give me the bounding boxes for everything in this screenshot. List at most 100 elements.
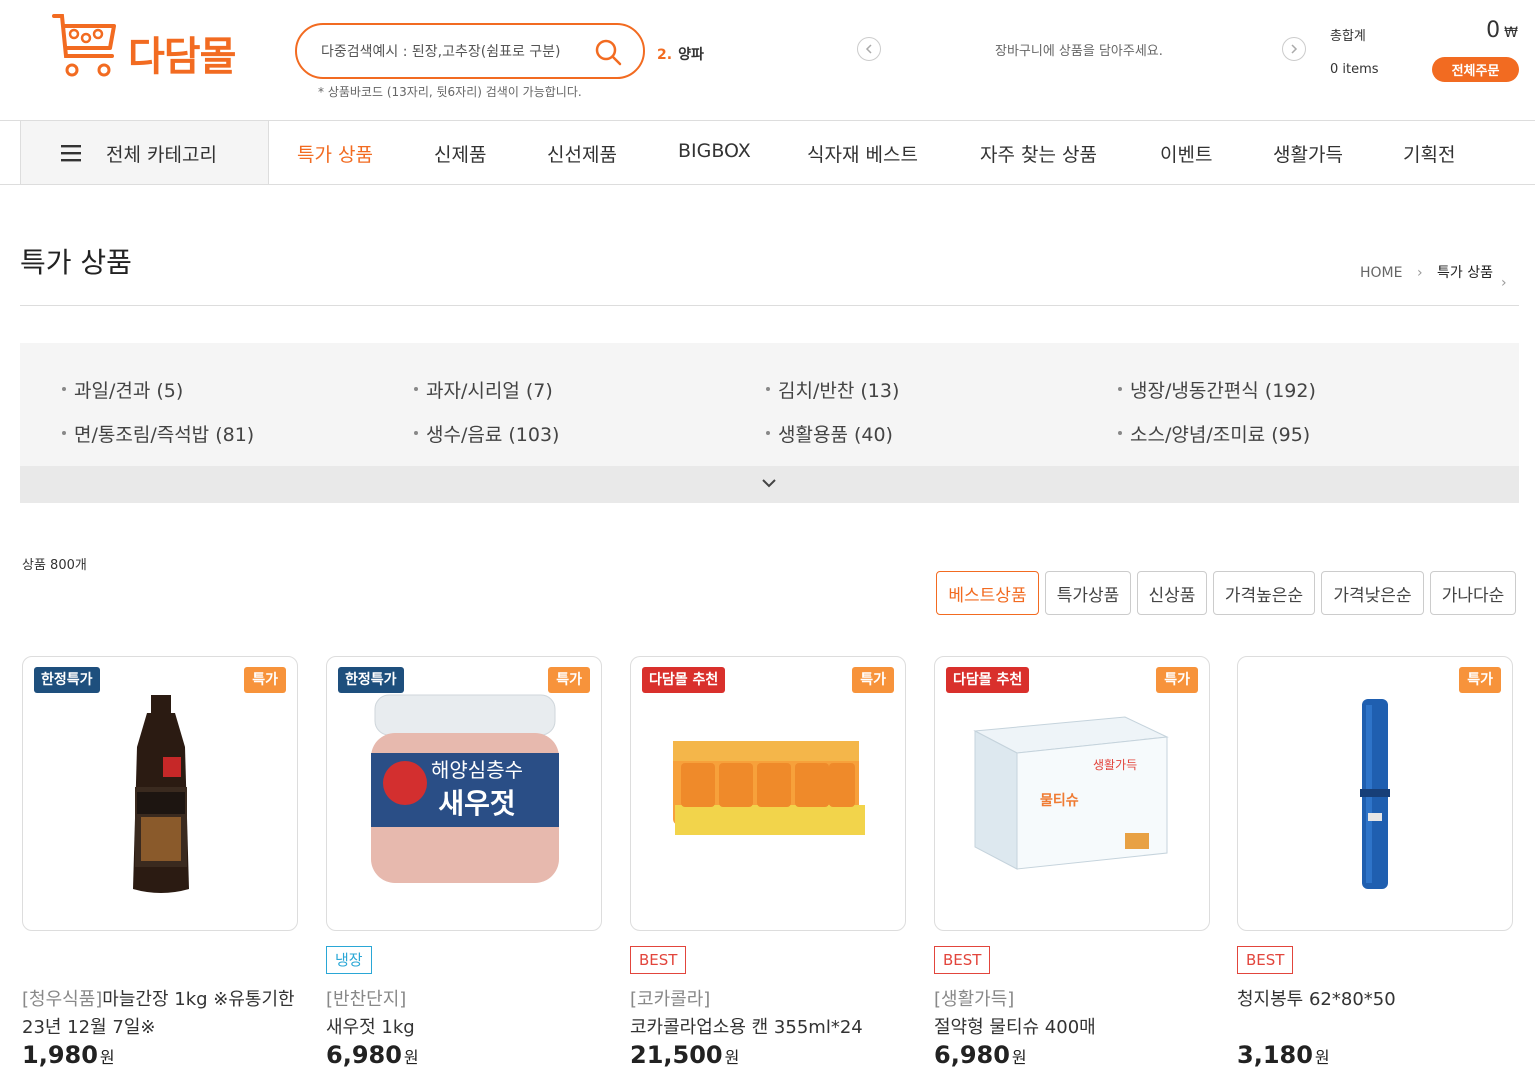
best-tag: BEST [934,946,991,974]
category-label: 생활용품 (40) [778,424,893,446]
chevron-right-icon [1291,44,1298,54]
product-title: 새우젓 1kg [326,1017,415,1038]
wet-tissue-box-image: 물티슈 생활가득 [973,716,1169,870]
cart-next-button[interactable] [1282,37,1306,61]
category-label: 과자/시리얼 (7) [426,380,553,402]
product-brand: [코카콜라] [630,989,711,1010]
product-name[interactable]: [생활가득] 절약형 물티슈 400매 [934,986,1214,1042]
breadcrumb: HOME › 특가 상품 [1360,262,1493,282]
sort-special-button[interactable]: 특가상품 [1045,571,1131,615]
nav-item-event[interactable]: 이벤트 [1160,140,1212,167]
items-count: 0 items [1330,62,1379,77]
special-badge: 특가 [1156,667,1198,693]
chevron-left-icon [865,44,872,54]
rank-number: 2. [657,47,673,63]
bullet-icon [414,386,418,391]
product-thumbnail[interactable]: 특가 [1237,656,1513,931]
bullet-icon [766,386,770,391]
best-tag: BEST [1237,946,1294,974]
search-input[interactable] [321,39,591,65]
category-label: 소스/양념/조미료 (95) [1130,424,1311,446]
product-price: 21,500 원 [630,1041,739,1069]
svg-text:새우젓: 새우젓 [438,787,515,820]
product-name[interactable]: [청우식품]마늘간장 1kg ※유통기한 23년 12월 7일※ [22,986,302,1042]
cold-storage-tag: 냉장 [326,946,372,974]
product-thumbnail[interactable]: 한정특가 특가 [22,656,298,931]
main-nav: 전체 카테고리 특가 상품 신제품 신선제품 BIGBOX 식자재 베스트 자주… [0,120,1535,185]
price-unit: 원 [1314,1048,1330,1067]
category-link[interactable]: 김치/반찬 (13) [766,376,899,403]
sort-new-button[interactable]: 신상품 [1137,571,1207,615]
category-link[interactable]: 과일/견과 (5) [62,376,183,403]
svg-text:해양심층수: 해양심층수 [431,758,523,782]
svg-text:생활가득: 생활가득 [1093,758,1137,772]
page-title: 특가 상품 [20,246,132,279]
category-link[interactable]: 생활용품 (40) [766,420,893,447]
price-unit: 원 [724,1048,740,1067]
nav-item-food-best[interactable]: 식자재 베스트 [807,140,918,167]
product-price: 1,980 원 [22,1041,115,1069]
category-label: 김치/반찬 (13) [778,380,900,402]
nav-item-frequent[interactable]: 자주 찾는 상품 [980,140,1097,167]
product-title: 절약형 물티슈 400매 [934,1017,1096,1038]
product-thumbnail[interactable]: 해양심층수 새우젓 한정특가 특가 [326,656,602,931]
cart-logo-icon [52,14,116,77]
menu-icon [61,145,81,162]
breadcrumb-current[interactable]: 특가 상품 [1437,265,1493,281]
best-tag: BEST [630,946,687,974]
category-link[interactable]: 냉장/냉동간편식 (192) [1118,376,1316,403]
chevron-down-icon [762,479,776,488]
price-unit: 원 [99,1048,115,1067]
nav-item-living[interactable]: 생활가득 [1273,140,1343,167]
soy-sauce-bottle-image [133,695,189,893]
product-count: 상품 800개 [22,558,87,573]
cart-prev-button[interactable] [857,37,881,61]
bullet-icon [62,386,66,391]
special-badge: 특가 [1459,667,1501,693]
product-thumbnail[interactable]: 다담몰 추천 특가 [630,656,906,931]
category-filter: 과일/견과 (5) 과자/시리얼 (7) 김치/반찬 (13) 냉장/냉동간편식… [20,343,1519,503]
product-price: 6,980 원 [934,1041,1027,1069]
price-value: 6,980 [934,1041,1010,1069]
nav-item-fresh[interactable]: 신선제품 [547,140,617,167]
rank-keyword: 양파 [678,47,704,63]
category-label: 과일/견과 (5) [74,380,184,402]
search-hint: * 상품바코드 (13자리, 뒷6자리) 검색이 가능합니다. [318,85,582,99]
title-divider [20,305,1519,306]
breadcrumb-dropdown-chevron-icon[interactable]: › [1501,275,1507,291]
sort-price-high-button[interactable]: 가격높은순 [1213,571,1315,615]
nav-item-plan[interactable]: 기획전 [1403,140,1455,167]
nav-item-special[interactable]: 특가 상품 [297,140,373,167]
product-name[interactable]: [코카콜라] 코카콜라업소용 캔 355ml*24 [630,986,910,1042]
sort-price-low-button[interactable]: 가격낮은순 [1321,571,1424,615]
nav-item-new[interactable]: 신제품 [434,140,486,167]
site-logo[interactable]: 다담몰 [50,12,250,82]
category-link[interactable]: 생수/음료 (103) [414,420,559,447]
search-box [295,23,645,79]
order-all-button[interactable]: 전체주문 [1432,57,1519,82]
product-name[interactable]: 청지봉투 62*80*50 [1237,986,1517,1014]
breadcrumb-chevron-icon: › [1416,265,1423,281]
product-thumbnail[interactable]: 물티슈 생활가득 다담몰 추천 특가 [934,656,1210,931]
special-badge: 특가 [852,667,894,693]
price-unit: 원 [403,1048,419,1067]
category-link[interactable]: 과자/시리얼 (7) [414,376,553,403]
nav-item-bigbox[interactable]: BIGBOX [678,140,751,162]
all-categories-button[interactable]: 전체 카테고리 [20,121,269,184]
recommend-badge: 다담몰 추천 [642,667,726,693]
special-badge: 특가 [548,667,590,693]
price-value: 6,980 [326,1041,402,1069]
blue-bag-roll-image [1360,699,1390,889]
sort-alpha-button[interactable]: 가나다순 [1430,571,1516,615]
breadcrumb-home[interactable]: HOME [1360,265,1402,281]
search-icon[interactable] [593,37,623,67]
popular-keyword[interactable]: 2. 양파 [657,44,704,64]
category-link[interactable]: 소스/양념/조미료 (95) [1118,420,1310,447]
category-label: 냉장/냉동간편식 (192) [1130,380,1316,402]
product-name[interactable]: [반찬단지] 새우젓 1kg [326,986,606,1042]
sort-best-button[interactable]: 베스트상품 [936,571,1039,615]
category-link[interactable]: 면/통조림/즉석밥 (81) [62,420,254,447]
limited-badge: 한정특가 [34,667,100,693]
bullet-icon [1118,430,1122,435]
category-expand-button[interactable] [20,466,1519,503]
